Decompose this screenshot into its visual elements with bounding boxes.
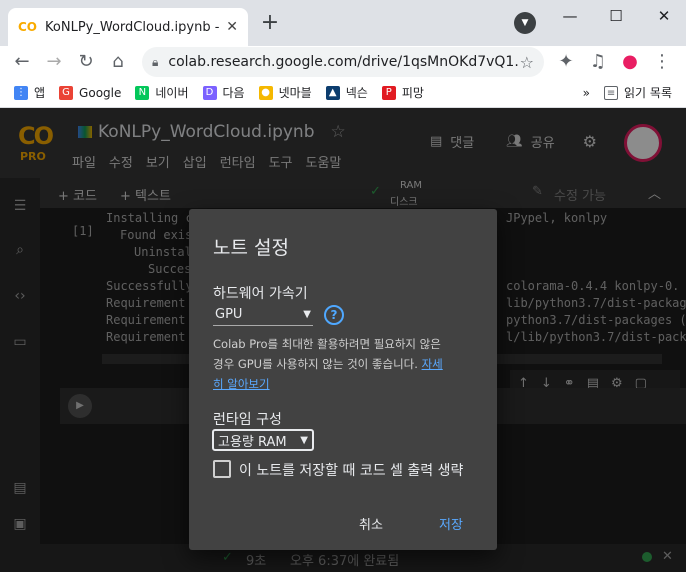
close-window-icon[interactable]: ✕ (646, 4, 682, 28)
accelerator-select[interactable]: GPU ▼ (213, 304, 313, 326)
runtime-shape-value: 고용량 RAM (218, 434, 287, 450)
url-text: colab.research.google.com/drive/1qsMnOKd… (168, 54, 520, 70)
daum-icon: D (202, 85, 217, 100)
help-icon[interactable]: ? (324, 305, 344, 325)
save-button[interactable]: 저장 (439, 514, 463, 533)
nav-bar: ← → ↻ ⌂ 🔒︎ colab.research.google.com/dri… (0, 46, 686, 78)
more-bookmarks-icon[interactable]: » (583, 86, 590, 100)
bookmark-daum[interactable]: D 다음 (202, 84, 245, 101)
tab-search-icon[interactable]: ▼ (514, 12, 536, 34)
back-icon[interactable]: ← (10, 50, 34, 74)
naver-icon: N (135, 85, 150, 100)
bookmark-pmang[interactable]: P 피망 (381, 84, 424, 101)
media-icon[interactable]: ♫ (586, 50, 610, 74)
minimize-icon[interactable]: — (552, 4, 588, 28)
pmang-icon: P (381, 85, 396, 100)
bookmark-netmarble[interactable]: ● 넷마블 (258, 84, 312, 101)
close-tab-icon[interactable]: ✕ (226, 19, 238, 35)
omit-output-checkbox[interactable] (213, 460, 231, 478)
description-text: Colab Pro를 최대한 활용하려면 필요하지 않은 경우 GPU를 사용하… (213, 337, 441, 371)
new-tab-icon[interactable]: + (258, 12, 282, 36)
address-bar[interactable]: 🔒︎ colab.research.google.com/drive/1qsMn… (142, 47, 544, 77)
accelerator-label: 하드웨어 가속기 (213, 286, 308, 302)
forward-icon[interactable]: → (42, 50, 66, 74)
profile-icon[interactable]: ● (618, 50, 642, 74)
home-icon[interactable]: ⌂ (106, 50, 130, 74)
menu-dots-icon[interactable]: ⋮ (650, 50, 674, 74)
extensions-icon[interactable]: ✦ (554, 50, 578, 74)
accelerator-value: GPU (215, 307, 243, 322)
cancel-button[interactable]: 취소 (359, 514, 383, 533)
bookmark-star-icon[interactable]: ☆ (520, 53, 534, 72)
bookmark-nexon[interactable]: ▲ 넥슨 (325, 84, 368, 101)
colab-favicon-icon: CO (18, 20, 38, 34)
nexon-icon: ▲ (325, 85, 340, 100)
lock-icon: 🔒︎ (152, 54, 159, 69)
netmarble-icon: ● (258, 85, 273, 100)
tab-title: KoNLPy_WordCloud.ipynb - Col (45, 19, 222, 35)
bookmark-apps[interactable]: ⋮ 앱 (14, 84, 45, 101)
apps-grid-icon: ⋮ (14, 85, 28, 100)
browser-tab[interactable]: CO KoNLPy_WordCloud.ipynb - Col ✕ (8, 8, 248, 46)
maximize-icon[interactable]: ☐ (598, 4, 634, 28)
chevron-down-icon: ▼ (303, 309, 311, 320)
dialog-title: 노트 설정 (213, 237, 289, 259)
bookmarks-bar: ⋮ 앱 G Google N 네이버 D 다음 ● 넷마블 ▲ 넥슨 P 피망 » ≡ 읽기 목… (0, 78, 686, 108)
bookmark-naver[interactable]: N 네이버 (135, 84, 189, 101)
google-icon: G (59, 85, 74, 100)
runtime-shape-label: 런타임 구성 (213, 412, 282, 428)
notebook-settings-dialog: 노트 설정 하드웨어 가속기 GPU ▼ ? Colab Pro를 최대한 활용… (189, 209, 497, 550)
bookmark-google[interactable]: G Google (59, 85, 121, 100)
reading-list[interactable]: ≡ 읽기 목록 (604, 84, 672, 101)
runtime-shape-select[interactable]: 고용량 RAM ▼ (212, 429, 314, 451)
reload-icon[interactable]: ↻ (74, 50, 98, 74)
chevron-down-icon: ▼ (300, 434, 308, 446)
screen: CO KoNLPy_WordCloud.ipynb - Col ✕ + ▼ — … (0, 0, 686, 572)
gpu-description: Colab Pro를 최대한 활용하려면 필요하지 않은 경우 GPU를 사용하… (213, 334, 453, 394)
reading-list-icon: ≡ (604, 85, 619, 100)
omit-output-label: 이 노트를 저장할 때 코드 셀 출력 생략 (239, 463, 464, 479)
